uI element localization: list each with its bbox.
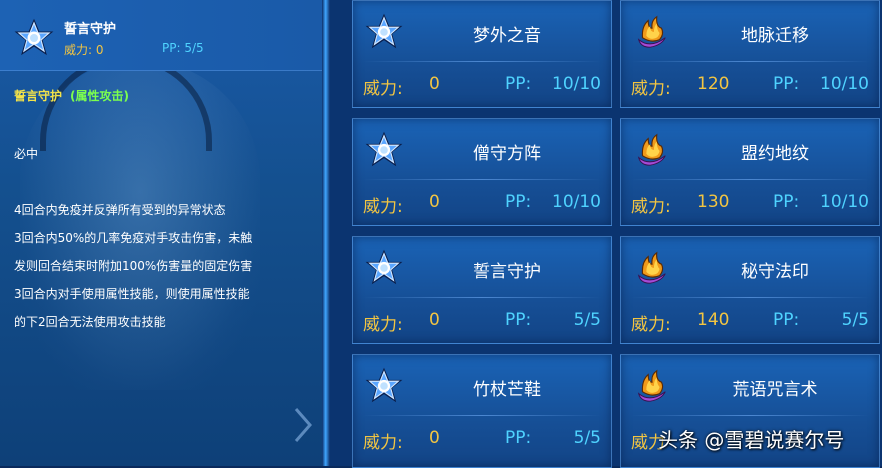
skill-card-pp-label: PP: xyxy=(505,74,532,94)
skill-card-pp-label: PP: xyxy=(773,310,800,330)
skill-card-power-value: 0 xyxy=(429,192,440,212)
skill-card-pp-value: 5/5 xyxy=(841,310,869,330)
skill-desc-name: 誓言守护 xyxy=(14,89,63,103)
skill-card-power-value: 0 xyxy=(429,428,440,448)
skill-card-name: 竹杖芒鞋 xyxy=(473,380,541,400)
skill-card-power-label: 威力: xyxy=(363,315,403,335)
skill-card-divider xyxy=(363,415,601,416)
skill-card-power-value: 140 xyxy=(697,310,730,330)
skill-card-pp-value: 5/5 xyxy=(573,310,601,330)
star-emblem-icon xyxy=(14,18,54,58)
skill-card-divider xyxy=(363,61,601,62)
skill-card-power-value: 120 xyxy=(697,74,730,94)
skill-card-divider xyxy=(631,415,869,416)
flame-claw-icon xyxy=(633,13,671,51)
skill-card-name: 盟约地纹 xyxy=(741,144,809,164)
skill-card-divider xyxy=(631,179,869,180)
skill-pp: PP: 5/5 xyxy=(162,41,204,55)
skill-card[interactable]: 地脉迁移 威力: 120 PP: 10/10 xyxy=(620,0,880,108)
star-emblem-icon xyxy=(365,249,403,287)
skill-card-power-label: 威力: xyxy=(631,79,671,99)
skill-card-name: 誓言守护 xyxy=(473,262,541,282)
skill-desc-line: 的下2回合无法使用攻击技能 xyxy=(14,315,166,329)
skill-card-power-label: 威力: xyxy=(631,197,671,217)
skill-desc-type: (属性攻击) xyxy=(70,89,129,103)
skill-desc-line: 4回合内免疫并反弹所有受到的异常状态 xyxy=(14,203,226,217)
skill-card[interactable]: 僧守方阵 威力: 0 PP: 10/10 xyxy=(352,118,612,226)
skill-card[interactable]: 竹杖芒鞋 威力: 0 PP: 5/5 xyxy=(352,354,612,468)
skill-card-power-value: 0 xyxy=(429,310,440,330)
skill-desc-line: 发则回合结束时附加100%伤害量的固定伤害 xyxy=(14,259,253,273)
skill-card-power-label: 威力: xyxy=(363,197,403,217)
watermark-text: 头条 @雪碧说赛尔号 xyxy=(658,428,845,452)
skill-card-divider xyxy=(363,297,601,298)
star-emblem-icon xyxy=(365,131,403,169)
skill-detail-header: 誓言守护 威力: 0 PP: 5/5 xyxy=(0,0,322,71)
skill-card-divider xyxy=(363,179,601,180)
skill-detail-panel: 誓言守护 威力: 0 PP: 5/5 誓言守护 (属性攻击) 必中 4回合内免疫并… xyxy=(0,0,322,466)
skill-desc-line: 3回合内50%的几率免疫对手攻击伤害，未触 xyxy=(14,231,253,245)
skill-card-pp-label: PP: xyxy=(505,192,532,212)
skill-card-pp-value: 10/10 xyxy=(820,192,869,212)
skill-card-name: 地脉迁移 xyxy=(741,26,809,46)
skill-card[interactable]: 盟约地纹 威力: 130 PP: 10/10 xyxy=(620,118,880,226)
skill-card[interactable]: 誓言守护 威力: 0 PP: 5/5 xyxy=(352,236,612,344)
skill-card-name: 梦外之音 xyxy=(473,26,541,46)
panel-divider xyxy=(322,0,330,466)
skill-card-power-label: 威力: xyxy=(363,79,403,99)
skill-card-pp-value: 10/10 xyxy=(552,192,601,212)
skill-name: 誓言守护 xyxy=(64,22,117,37)
skill-card-name: 荒语咒言术 xyxy=(732,380,818,400)
skill-card-pp-label: PP: xyxy=(773,192,800,212)
skill-card-power-value: 130 xyxy=(697,192,730,212)
skill-card[interactable]: 梦外之音 威力: 0 PP: 10/10 xyxy=(352,0,612,108)
skill-card-pp-value: 10/10 xyxy=(820,74,869,94)
skill-power: 威力: 0 xyxy=(64,43,104,57)
skill-card-power-label: 威力: xyxy=(363,433,403,453)
skill-card-name: 僧守方阵 xyxy=(473,144,541,164)
skill-card-pp-value: 5/5 xyxy=(573,428,601,448)
flame-claw-icon xyxy=(633,131,671,169)
skill-desc-line: 必中 xyxy=(14,147,39,161)
star-emblem-icon xyxy=(365,13,403,51)
star-emblem-icon xyxy=(365,367,403,405)
chevron-right-icon[interactable] xyxy=(292,405,314,445)
skill-card-name: 秘守法印 xyxy=(741,262,809,282)
skill-card-power-value: 0 xyxy=(429,74,440,94)
skill-desc-line: 3回合内对手使用属性技能，则使用属性技能 xyxy=(14,287,250,301)
flame-claw-icon xyxy=(633,367,671,405)
skill-card-pp-label: PP: xyxy=(505,428,532,448)
skill-desc-title: 誓言守护 (属性攻击) xyxy=(14,87,129,104)
flame-claw-icon xyxy=(633,249,671,287)
skill-card[interactable]: 秘守法印 威力: 140 PP: 5/5 xyxy=(620,236,880,344)
skill-card-pp-label: PP: xyxy=(773,74,800,94)
skill-card-pp-value: 10/10 xyxy=(552,74,601,94)
skill-card-divider xyxy=(631,61,869,62)
skill-card-power-label: 威力: xyxy=(631,315,671,335)
skill-card-divider xyxy=(631,297,869,298)
skill-card-pp-label: PP: xyxy=(505,310,532,330)
